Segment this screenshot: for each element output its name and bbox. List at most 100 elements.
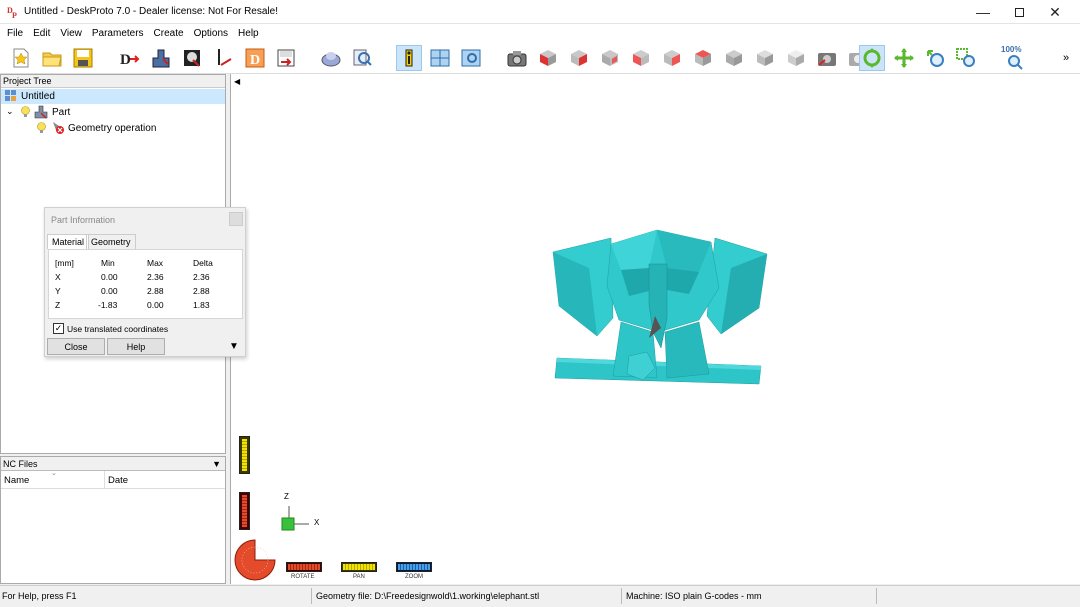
nc-files-columns: Name ⌄ Date <box>1 470 225 489</box>
menu-parameters[interactable]: Parameters <box>87 28 149 39</box>
tab-geometry[interactable]: Geometry <box>86 234 136 249</box>
elephant-model[interactable] <box>549 228 771 408</box>
part-button[interactable] <box>148 45 174 71</box>
minimize-button[interactable]: — <box>966 0 1000 24</box>
screenshot-button[interactable] <box>814 45 840 71</box>
save-button[interactable] <box>70 45 96 71</box>
row-y-max: 2.88 <box>147 286 164 296</box>
bitmap-button[interactable] <box>179 45 205 71</box>
axis-x-label: X <box>314 518 320 527</box>
pan-mode-button[interactable] <box>891 45 917 71</box>
tree-item-geometry-operation[interactable]: Geometry operation <box>1 121 225 136</box>
tree-label-part: Part <box>52 107 71 118</box>
column-name[interactable]: Name <box>4 475 29 486</box>
window-title: Untitled - DeskProto 7.0 - Dealer licens… <box>24 6 278 17</box>
part-information-dialog: Part Information Material Geometry [mm] … <box>44 207 246 357</box>
rotate-control[interactable] <box>286 562 322 572</box>
menu-view[interactable]: View <box>55 28 87 39</box>
dropdown-arrow-icon[interactable]: ▼ <box>212 457 221 471</box>
zoom-100-button[interactable]: 100% <box>1000 45 1030 71</box>
menu-help[interactable]: Help <box>233 28 264 39</box>
expand-arrow-icon[interactable]: ▼ <box>229 341 239 352</box>
dialog-title: Part Information <box>51 215 116 225</box>
status-geometry-file: Geometry file: D:\Freedesignwold\1.worki… <box>316 591 540 601</box>
simulation-button[interactable] <box>318 45 344 71</box>
view-red-cube-icon <box>571 50 587 66</box>
rotate-dial-icon[interactable] <box>233 538 277 582</box>
export-dxf-button[interactable]: D <box>242 45 268 71</box>
menu-options[interactable]: Options <box>189 28 233 39</box>
view-iso-cube-icon <box>757 50 773 66</box>
view-bottom-button[interactable] <box>721 45 747 71</box>
view-red-button[interactable] <box>566 45 592 71</box>
vector-button[interactable] <box>211 45 237 71</box>
import-geometry-button[interactable]: D <box>116 45 142 71</box>
view-back-button[interactable] <box>597 45 623 71</box>
view-right-button[interactable] <box>659 45 685 71</box>
close-window-button[interactable]: ✕ <box>1038 0 1072 24</box>
view-left-button[interactable] <box>628 45 654 71</box>
translated-coordinates-checkbox[interactable]: ✓ <box>53 323 64 334</box>
tree-item-part[interactable]: ⌄ Part <box>1 105 225 120</box>
svg-text:D: D <box>250 53 260 68</box>
sort-arrow-icon: ⌄ <box>51 470 57 477</box>
info-button[interactable] <box>396 45 422 71</box>
nc-files-title: NC Files <box>3 459 38 469</box>
menu-edit[interactable]: Edit <box>28 28 55 39</box>
toolbar-overflow-button[interactable]: » <box>1058 45 1074 71</box>
header-min: Min <box>101 258 115 268</box>
menu-create[interactable]: Create <box>149 28 189 39</box>
menu-file[interactable]: File <box>2 28 28 39</box>
header-delta: Delta <box>193 258 213 268</box>
chevron-down-icon[interactable]: ⌄ <box>6 106 14 117</box>
zoom-level: 100% <box>1001 45 1022 54</box>
view-iso-button[interactable] <box>752 45 778 71</box>
row-x-delta: 2.36 <box>193 272 210 282</box>
tab-material[interactable]: Material <box>47 234 90 249</box>
view-left-cube-icon <box>633 50 649 66</box>
preview-button[interactable] <box>458 45 484 71</box>
3d-viewport[interactable]: ◀ Z X ROTATE PAN ZOOM <box>230 74 1080 584</box>
simulation-icon <box>321 52 341 67</box>
view-right-cube-icon <box>664 50 680 66</box>
red-slider[interactable] <box>239 492 250 530</box>
title-bar: DP Untitled - DeskProto 7.0 - Dealer lic… <box>0 0 1080 24</box>
close-button[interactable]: Close <box>47 338 105 355</box>
camera-button[interactable] <box>504 45 530 71</box>
zoom-in-button[interactable] <box>922 45 948 71</box>
open-button[interactable] <box>39 45 65 71</box>
collapse-panel-icon[interactable]: ◀ <box>234 77 240 86</box>
nc-files-header[interactable]: NC Files ▼ <box>1 457 225 471</box>
status-divider <box>621 588 622 604</box>
zoom-window-button[interactable] <box>953 45 979 71</box>
lightbulb-icon[interactable] <box>21 106 30 118</box>
tree-item-untitled[interactable]: Untitled <box>1 89 225 104</box>
status-bar: For Help, press F1 Geometry file: D:\Fre… <box>0 585 1080 607</box>
export-button[interactable] <box>273 45 299 71</box>
new-project-button[interactable] <box>8 45 34 71</box>
lightbulb-icon[interactable] <box>37 122 46 134</box>
column-divider[interactable] <box>104 471 105 489</box>
pan-control[interactable] <box>341 562 377 572</box>
view-grey-button[interactable] <box>783 45 809 71</box>
toolbar: D D 100% » <box>0 42 1080 74</box>
yellow-slider[interactable] <box>239 436 250 474</box>
view-front-button[interactable] <box>535 45 561 71</box>
maximize-button[interactable] <box>1002 0 1036 24</box>
zoom-100-icon <box>1008 55 1023 70</box>
view-top-button[interactable] <box>690 45 716 71</box>
split-view-button[interactable] <box>427 45 453 71</box>
row-z-delta: 1.83 <box>193 300 210 310</box>
row-y-min: 0.00 <box>101 286 118 296</box>
search-button[interactable] <box>349 45 375 71</box>
column-date[interactable]: Date <box>108 475 128 486</box>
vector-icon <box>218 49 232 66</box>
dialog-close-icon[interactable] <box>229 212 243 226</box>
row-x-axis: X <box>55 272 61 282</box>
open-folder-icon <box>42 52 62 67</box>
rotate-mode-button[interactable] <box>859 45 885 71</box>
zoom-control[interactable] <box>396 562 432 572</box>
help-button[interactable]: Help <box>107 338 165 355</box>
view-grey-cube-icon <box>788 50 804 66</box>
close-icon: ✕ <box>1049 3 1061 20</box>
